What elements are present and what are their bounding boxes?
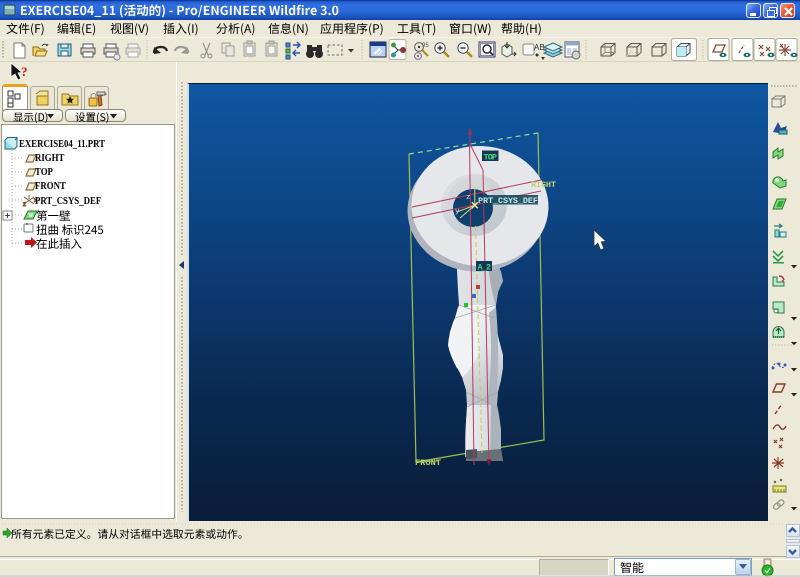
svg-text:y: y	[455, 208, 460, 216]
svg-text:z: z	[466, 194, 471, 202]
svg-text:95: 95	[422, 43, 429, 49]
svg-text:FRONT: FRONT	[415, 458, 441, 468]
svg-text:A_2: A_2	[478, 263, 492, 273]
svg-text:?: ?	[21, 64, 28, 79]
svg-text:RIGHT: RIGHT	[531, 180, 556, 190]
svg-text:z: z	[23, 202, 26, 208]
svg-text:PRT_CSYS_DEF: PRT_CSYS_DEF	[478, 196, 538, 206]
svg-text:TOP: TOP	[484, 153, 498, 163]
svg-text:AB: AB	[534, 43, 545, 52]
